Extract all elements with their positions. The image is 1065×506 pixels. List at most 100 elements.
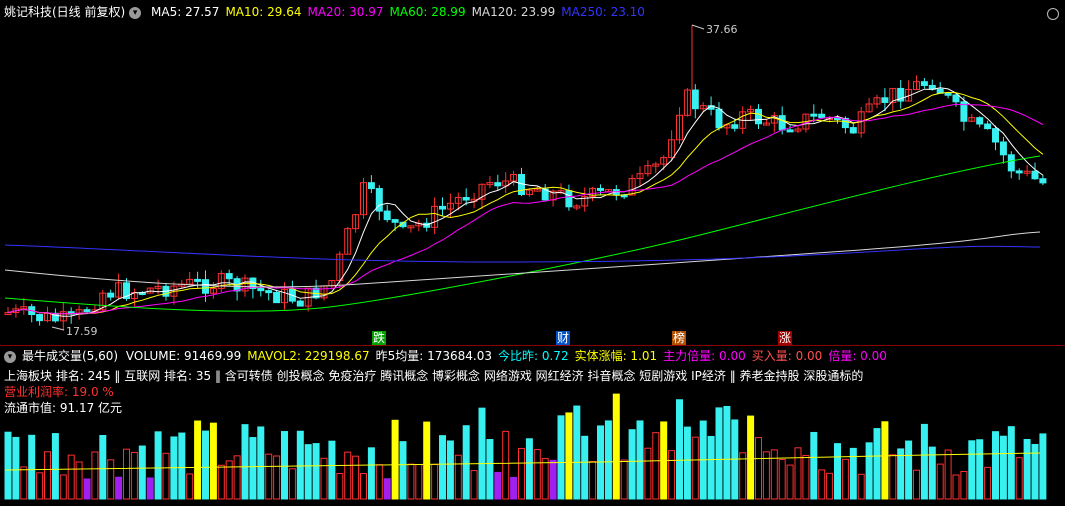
- volume-bar-22: [178, 432, 186, 500]
- volume-bar-101: [802, 454, 810, 500]
- event-marker-finance[interactable]: 财: [556, 331, 571, 345]
- volume-bar-118: [936, 463, 944, 500]
- volume-bar-105: [834, 443, 841, 500]
- volume-indicator-1[interactable]: MAVOL2: 229198.67: [247, 349, 369, 363]
- volume-bar-104: [826, 472, 834, 500]
- volume-bar-35: [281, 431, 288, 500]
- chevron-down-icon[interactable]: ▾: [4, 350, 16, 363]
- volume-bar-34: [273, 455, 281, 500]
- volume-bar-36: [288, 468, 296, 500]
- volume-indicator-5[interactable]: 主力倍量: 0.00: [663, 349, 746, 363]
- candle-body-62: [494, 182, 502, 187]
- volume-bar-48: [383, 478, 391, 500]
- candle-body-87: [691, 89, 699, 110]
- candle-body-111: [881, 97, 889, 103]
- volume-bar-99: [786, 464, 794, 500]
- volume-bar-2: [20, 466, 28, 500]
- candle-body-120: [952, 94, 960, 103]
- volume-bar-32: [257, 426, 265, 500]
- volume-bar-12: [99, 435, 107, 500]
- candle-body-71: [565, 190, 573, 208]
- volume-bar-0: [4, 431, 12, 500]
- volume-bar-108: [857, 473, 865, 500]
- volume-bar-124: [984, 466, 992, 500]
- volume-bar-79: [628, 429, 636, 500]
- candle-body-28: [225, 273, 233, 280]
- candle-body-32: [257, 288, 265, 292]
- volume-bar-56: [446, 440, 454, 500]
- volume-bar-76: [604, 420, 612, 500]
- candle-body-48: [383, 210, 391, 221]
- event-marker-list[interactable]: 榜: [672, 331, 687, 345]
- volume-bar-23: [186, 473, 194, 500]
- candle-body-92: [731, 124, 739, 129]
- candle-body-34: [273, 292, 281, 304]
- candle-body-4: [36, 314, 44, 322]
- volume-indicator-0[interactable]: VOLUME: 91469.99: [126, 349, 241, 363]
- volume-bar-111: [881, 421, 889, 500]
- candle-body-107: [849, 127, 857, 134]
- volume-bar-16: [130, 451, 138, 500]
- candle-body-126: [999, 141, 1007, 156]
- volume-bar-10: [83, 478, 91, 500]
- volume-bar-52: [415, 464, 423, 500]
- volume-bar-15: [123, 448, 130, 500]
- volume-bar-73: [581, 435, 589, 500]
- event-marker-fall[interactable]: 跌: [372, 331, 387, 345]
- candle-body-99: [786, 129, 794, 133]
- volume-bar-26: [209, 422, 217, 500]
- volume-bar-30: [241, 424, 249, 500]
- volume-bar-44: [352, 455, 360, 500]
- candle-body-46: [367, 182, 375, 190]
- panel-divider[interactable]: [0, 345, 1065, 346]
- volume-bar-68: [541, 458, 549, 500]
- volume-bar-122: [968, 440, 976, 500]
- volume-bar-47: [375, 464, 383, 500]
- volume-bar-78: [620, 459, 628, 500]
- volume-header: ▾ 最牛成交量(5,60) VOLUME: 91469.99 MAVOL2: 229…: [4, 348, 899, 364]
- volume-bar-125: [992, 431, 999, 500]
- volume-bar-65: [518, 447, 525, 500]
- volume-bar-89: [707, 435, 715, 500]
- volume-bar-24: [194, 420, 202, 500]
- kline-chart[interactable]: [0, 0, 1065, 506]
- volume-bar-29: [233, 455, 241, 500]
- volume-bar-85: [676, 399, 683, 500]
- volume-bar-50: [399, 441, 407, 500]
- event-marker-rise[interactable]: 涨: [778, 331, 793, 345]
- volume-bar-63: [502, 430, 510, 500]
- volume-bar-115: [913, 469, 920, 500]
- volume-bar-97: [770, 449, 778, 500]
- volume-bar-72: [573, 405, 581, 500]
- candle-body-127: [1007, 154, 1015, 172]
- volume-bar-37: [296, 430, 304, 500]
- volume-bar-20: [162, 452, 170, 500]
- volume-bar-110: [873, 428, 881, 500]
- volume-bar-70: [557, 415, 565, 500]
- volume-indicator-6[interactable]: 买入量: 0.00: [752, 349, 823, 363]
- volume-indicator-7[interactable]: 倍量: 0.00: [828, 349, 887, 363]
- volume-indicator-2[interactable]: 昨5均量: 173684.03: [376, 349, 492, 363]
- volume-indicator-3[interactable]: 今比昨: 0.72: [498, 349, 569, 363]
- volume-bar-106: [841, 458, 849, 500]
- candle-body-90: [715, 108, 723, 129]
- candle-body-102: [810, 113, 818, 117]
- volume-title[interactable]: 最牛成交量(5,60): [22, 349, 118, 363]
- volume-bar-14: [115, 476, 123, 500]
- volume-bar-100: [794, 447, 802, 500]
- volume-bar-80: [636, 420, 644, 500]
- volume-bar-31: [249, 437, 257, 500]
- candle-body-13: [107, 292, 115, 298]
- volume-bar-93: [739, 452, 747, 500]
- volume-bar-77: [612, 393, 620, 500]
- volume-bar-90: [715, 407, 723, 500]
- volume-bar-98: [778, 458, 786, 500]
- volume-bar-13: [107, 459, 115, 500]
- candle-body-123: [976, 117, 984, 125]
- ma5-line: [7, 87, 1044, 317]
- volume-bar-86: [683, 426, 691, 500]
- volume-bar-123: [976, 439, 984, 500]
- candle-body-98: [778, 115, 786, 131]
- volume-bar-62: [494, 471, 502, 500]
- volume-indicator-4[interactable]: 实体涨幅: 1.01: [575, 349, 658, 363]
